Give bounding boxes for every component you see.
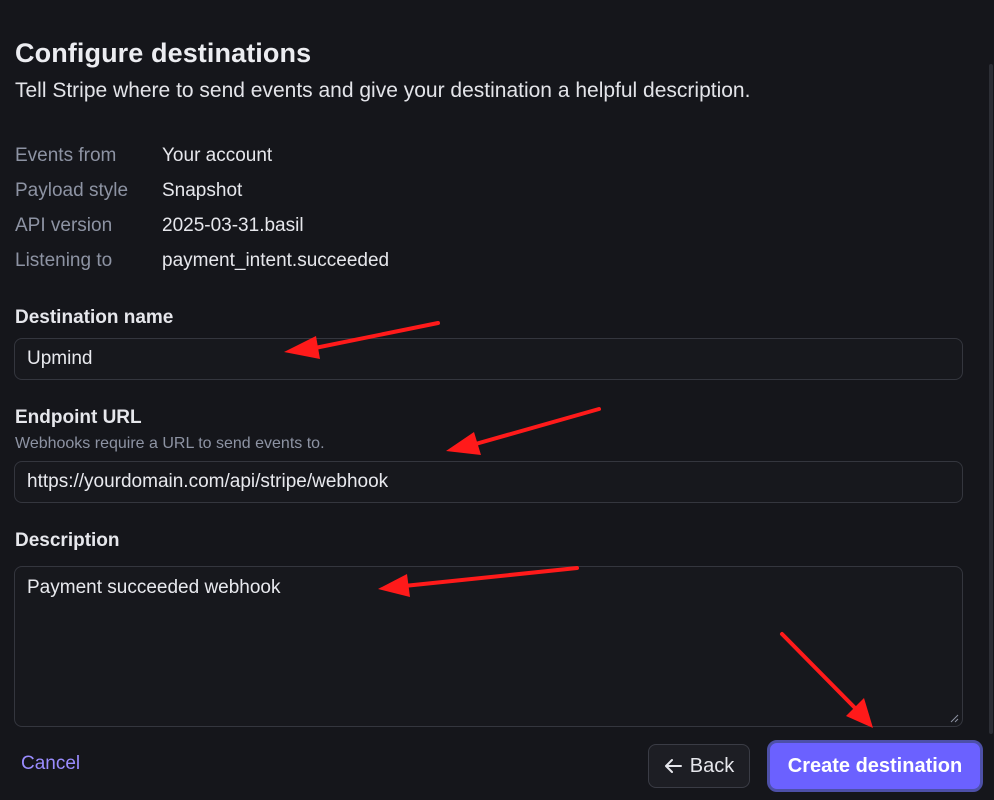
destination-summary: Events from Your account Payload style S… bbox=[15, 138, 615, 278]
description-textarea[interactable]: Payment succeeded webhook bbox=[14, 566, 963, 727]
summary-value: Snapshot bbox=[162, 179, 243, 201]
summary-row-payload-style: Payload style Snapshot bbox=[15, 173, 615, 208]
endpoint-url-help: Webhooks require a URL to send events to… bbox=[15, 435, 325, 452]
summary-label: Events from bbox=[15, 144, 117, 166]
description-label: Description bbox=[15, 530, 120, 551]
configure-destinations-page: Configure destinations Tell Stripe where… bbox=[0, 0, 994, 800]
destination-name-value: Upmind bbox=[27, 348, 93, 369]
create-destination-button[interactable]: Create destination bbox=[767, 740, 983, 792]
page-subtitle: Tell Stripe where to send events and giv… bbox=[15, 79, 751, 102]
description-value: Payment succeeded webhook bbox=[27, 577, 281, 598]
destination-name-label: Destination name bbox=[15, 307, 174, 328]
endpoint-url-input[interactable]: https://yourdomain.com/api/stripe/webhoo… bbox=[14, 461, 963, 503]
summary-value: payment_intent.succeeded bbox=[162, 249, 390, 271]
summary-row-events-from: Events from Your account bbox=[15, 138, 615, 173]
summary-row-api-version: API version 2025-03-31.basil bbox=[15, 208, 615, 243]
annotation-arrow-icon bbox=[446, 407, 601, 455]
summary-label: API version bbox=[15, 214, 113, 236]
back-button-label: Back bbox=[689, 754, 735, 777]
resize-grip-icon[interactable] bbox=[949, 713, 959, 723]
summary-value: 2025-03-31.basil bbox=[162, 214, 304, 236]
scrollbar-thumb[interactable] bbox=[989, 64, 993, 734]
back-button[interactable]: Back bbox=[648, 744, 750, 788]
cancel-link[interactable]: Cancel bbox=[21, 753, 80, 775]
summary-value: Your account bbox=[162, 144, 273, 166]
arrow-left-icon bbox=[664, 759, 682, 773]
summary-label: Listening to bbox=[15, 249, 113, 271]
summary-row-listening-to: Listening to payment_intent.succeeded bbox=[15, 243, 615, 278]
endpoint-url-label: Endpoint URL bbox=[15, 407, 142, 428]
scrollbar[interactable] bbox=[988, 30, 994, 734]
destination-name-input[interactable]: Upmind bbox=[14, 338, 963, 380]
summary-label: Payload style bbox=[15, 179, 129, 201]
endpoint-url-value: https://yourdomain.com/api/stripe/webhoo… bbox=[27, 471, 389, 492]
page-title: Configure destinations bbox=[15, 38, 312, 68]
create-destination-label: Create destination bbox=[787, 754, 963, 777]
